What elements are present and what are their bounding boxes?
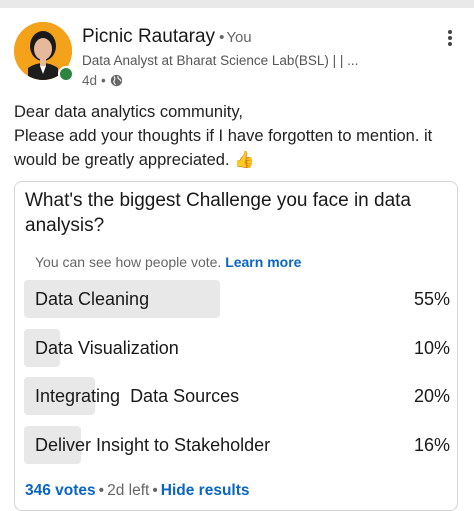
- author-row: Picnic Rautaray • You: [82, 26, 252, 48]
- poll-option-percent: 10%: [413, 338, 450, 358]
- post-body-line: would be greatly appreciated. 👍: [14, 151, 255, 169]
- poll-option-label: Data Visualization: [35, 338, 179, 358]
- vote-count-link[interactable]: 346 votes: [25, 482, 96, 499]
- poll-option-percent: 16%: [413, 435, 450, 455]
- post-meta: 4d •: [82, 73, 123, 88]
- poll-card: What's the biggest Challenge you face in…: [14, 181, 458, 511]
- separator-dot: •: [152, 482, 158, 499]
- poll-option-label: Integrating Data Sources: [35, 386, 240, 406]
- more-options-icon[interactable]: [445, 28, 455, 50]
- poll-option[interactable]: Deliver Insight to Stakeholder 16%: [24, 426, 450, 464]
- separator-dot: •: [219, 29, 225, 46]
- time-left: 2d left: [107, 482, 150, 499]
- poll-option-label: Data Cleaning: [35, 289, 150, 309]
- globe-icon: [110, 74, 122, 87]
- separator-dot: •: [98, 482, 105, 499]
- post-body-line: Please add your thoughts if I have forgo…: [14, 127, 433, 145]
- poll-footer: 346 votes • 2d left • Hide results: [25, 482, 250, 500]
- poll-option-label: Deliver Insight to Stakeholder: [35, 435, 271, 455]
- poll-option[interactable]: Data Visualization 10%: [24, 329, 450, 367]
- separator-dot: •: [101, 73, 106, 88]
- poll-option[interactable]: Integrating Data Sources 20%: [24, 377, 450, 415]
- poll-visibility-note: You can see how people vote. Learn more: [35, 254, 301, 270]
- poll-question: What's the biggest Challenge you face in…: [25, 190, 411, 236]
- top-strip: [0, 0, 474, 8]
- post-header: Picnic Rautaray • You Data Analyst at Bhar…: [14, 22, 460, 88]
- hide-results-button[interactable]: Hide results: [161, 482, 250, 499]
- author-name[interactable]: Picnic Rautaray: [82, 26, 215, 47]
- you-badge: You: [226, 29, 252, 46]
- post-body: Dear data analytics community, Please ad…: [14, 100, 460, 172]
- poll-option-percent: 20%: [413, 386, 450, 406]
- learn-more-link[interactable]: Learn more: [225, 254, 301, 270]
- visibility-text: You can see how people vote.: [35, 254, 222, 270]
- online-status-dot: [58, 66, 74, 82]
- post-time: 4d: [82, 73, 98, 88]
- author-headline: Data Analyst at Bharat Science Lab(BSL) …: [82, 53, 359, 68]
- post-body-line: Dear data analytics community,: [14, 103, 243, 121]
- poll-option-percent: 55%: [413, 289, 450, 309]
- poll-option[interactable]: Data Cleaning 55%: [24, 280, 450, 318]
